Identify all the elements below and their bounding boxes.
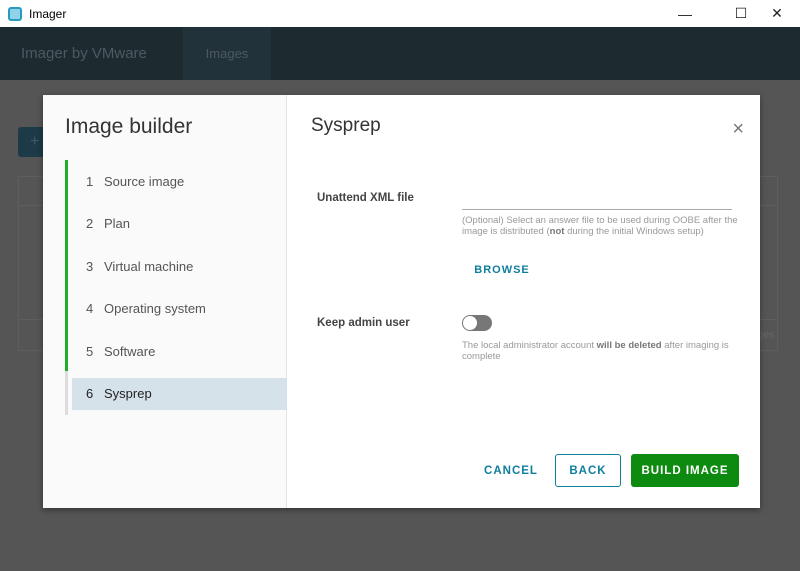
step-number: 5 — [86, 343, 94, 359]
progress-bar — [65, 160, 68, 371]
step-label: Plan — [104, 216, 131, 232]
app-icon — [8, 6, 22, 21]
steps-list: 1 Source image 2 Plan 3 Virtual machine 4 Op… — [72, 160, 287, 410]
step-label: Software — [104, 343, 156, 359]
brand: Imager by VMware — [21, 45, 147, 62]
title-bar: Imager — ☐ ✕ — [0, 0, 800, 27]
step-number: 4 — [86, 301, 94, 317]
minimize-button[interactable]: — — [662, 0, 708, 27]
app-header: Imager by VMware Images — [0, 27, 800, 80]
cancel-button[interactable]: CANCEL — [472, 454, 550, 487]
help-text: The local administrator account — [462, 340, 597, 351]
unattend-file-input[interactable] — [462, 205, 732, 210]
step-label: Source image — [104, 173, 185, 189]
image-builder-dialog: Image builder 1 Source image 2 Plan 3 Virtu… — [43, 95, 760, 508]
browse-button[interactable]: BROWSE — [462, 258, 542, 282]
step-plan[interactable]: 2 Plan — [72, 203, 287, 246]
step-number: 1 — [86, 173, 94, 189]
step-number: 3 — [86, 258, 94, 274]
help-bold: will be deleted — [596, 340, 662, 351]
close-icon[interactable]: × — [732, 119, 744, 139]
wizard-content: Sysprep × Unattend XML file (Optional) S… — [287, 95, 760, 508]
step-operating-system[interactable]: 4 Operating system — [72, 288, 287, 331]
step-virtual-machine[interactable]: 3 Virtual machine — [72, 245, 287, 288]
step-source-image[interactable]: 1 Source image — [72, 160, 287, 203]
nav-images[interactable]: Images — [183, 27, 271, 80]
page-title: Sysprep — [311, 115, 381, 136]
keep-admin-help: The local administrator account will be … — [462, 340, 742, 362]
sidebar-title: Image builder — [65, 115, 193, 138]
step-number: 2 — [86, 216, 94, 232]
keep-admin-toggle[interactable] — [462, 315, 492, 331]
build-image-button[interactable]: BUILD IMAGE — [631, 454, 739, 487]
help-bold: not — [549, 226, 565, 237]
step-label: Sysprep — [104, 386, 152, 401]
step-sysprep[interactable]: 6 Sysprep — [72, 377, 287, 410]
unattend-help: (Optional) Select an answer file to be u… — [462, 215, 742, 237]
toggle-knob — [463, 316, 477, 330]
step-label: Virtual machine — [104, 258, 194, 274]
close-window-button[interactable]: ✕ — [754, 0, 800, 27]
back-button[interactable]: BACK — [555, 454, 621, 487]
help-text: during the initial Windows setup) — [564, 226, 704, 237]
unattend-label: Unattend XML file — [317, 192, 414, 204]
window-title: Imager — [29, 6, 67, 21]
step-label: Operating system — [104, 301, 206, 317]
step-software[interactable]: 5 Software — [72, 330, 287, 373]
step-number: 6 — [86, 386, 94, 401]
keep-admin-label: Keep admin user — [317, 317, 410, 329]
wizard-sidebar: Image builder 1 Source image 2 Plan 3 Virtu… — [43, 95, 287, 508]
